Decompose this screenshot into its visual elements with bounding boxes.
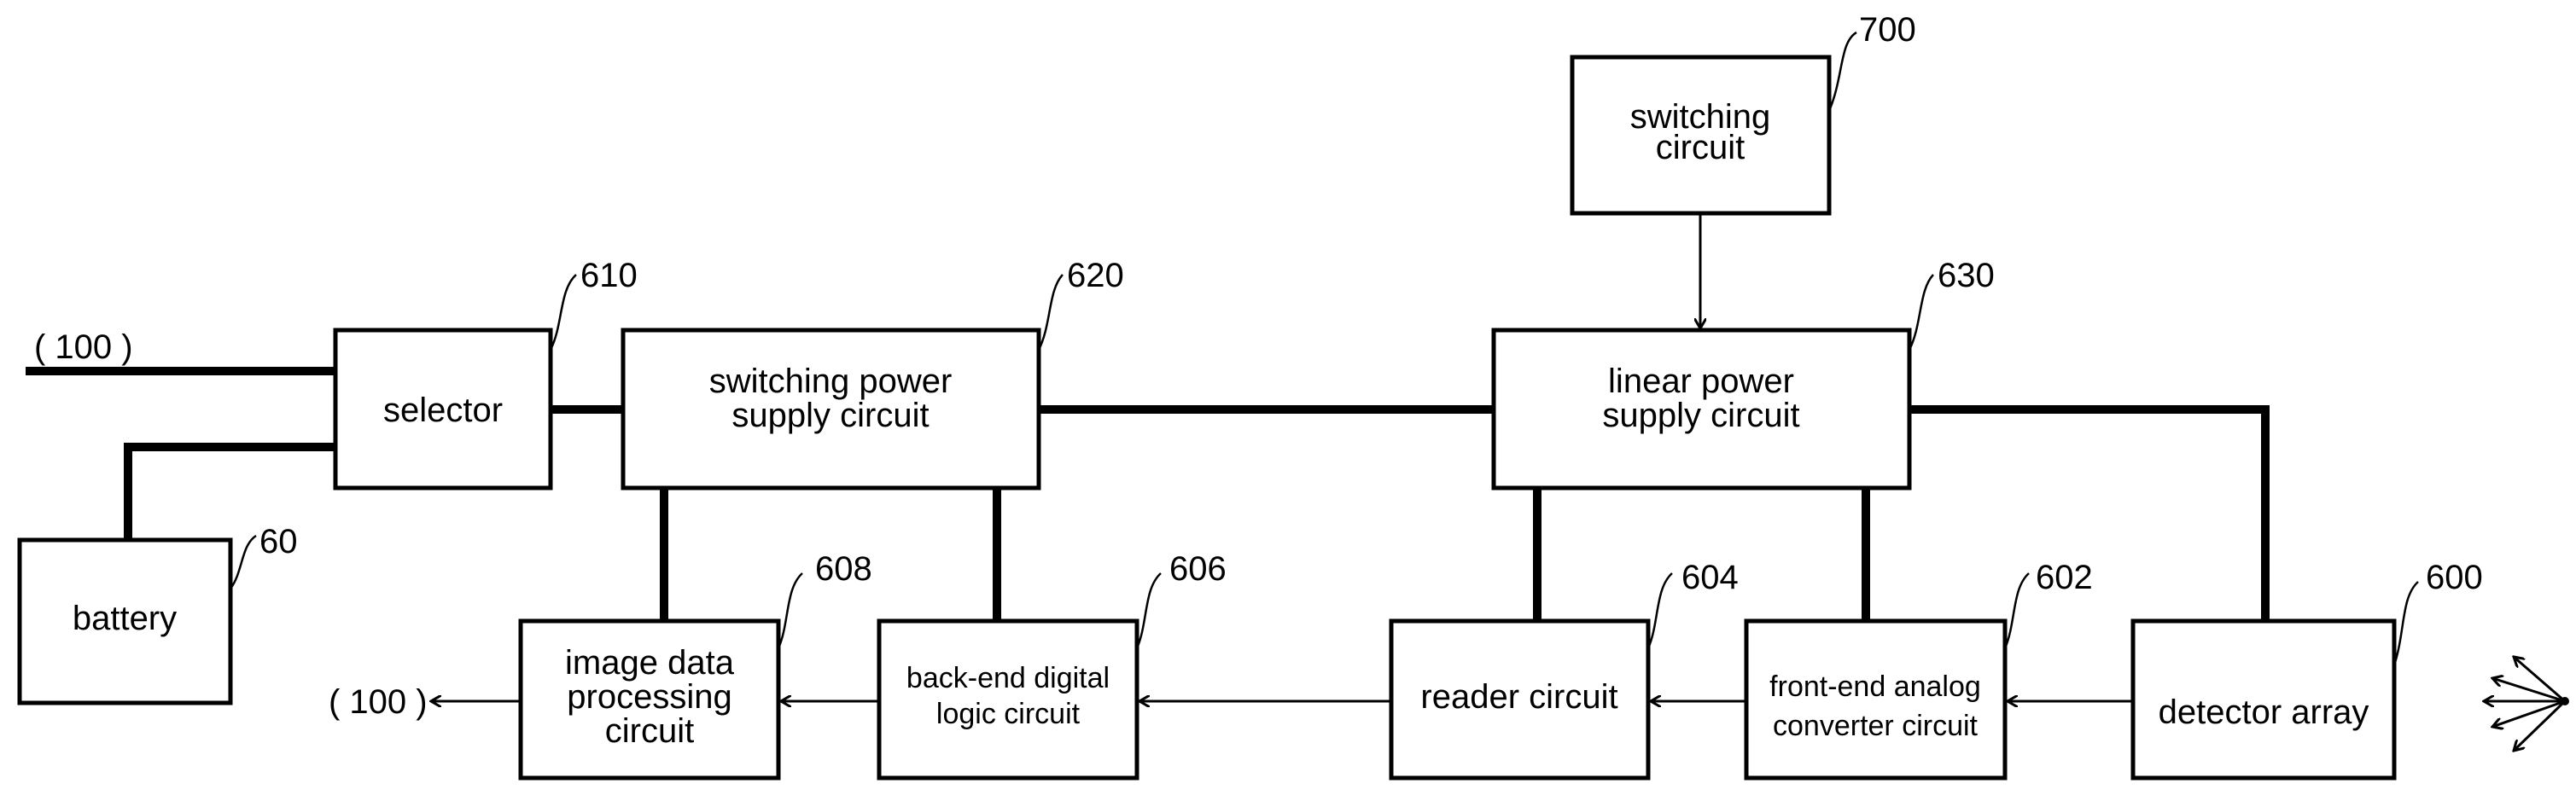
- block-label: linear power: [1608, 363, 1794, 400]
- leader-line: [549, 274, 577, 351]
- block-label: front-end analog: [1769, 670, 1981, 703]
- leader-line: [1827, 31, 1857, 112]
- external-input-label: ( 100 ): [34, 328, 133, 366]
- battery-bus: [124, 443, 335, 540]
- block-label: logic circuit: [936, 698, 1081, 730]
- block-label: image data: [565, 644, 735, 682]
- block-label: circuit: [605, 712, 694, 750]
- block-label: detector array: [2159, 694, 2369, 731]
- leader-line: [1037, 274, 1064, 351]
- reference-number: 606: [1169, 550, 1227, 588]
- reference-number: 602: [2036, 559, 2093, 596]
- image-data-processing-block[interactable]: image data processing circuit 608: [518, 550, 872, 781]
- block-label: switching power: [709, 363, 953, 400]
- battery-block[interactable]: battery 60: [17, 523, 298, 705]
- reference-number: 60: [259, 523, 298, 560]
- external-output-label: ( 100 ): [329, 683, 428, 721]
- reference-number: 620: [1067, 257, 1124, 294]
- block-label: reader circuit: [1420, 678, 1617, 716]
- reference-number: 600: [2426, 559, 2483, 596]
- switching-circuit-block[interactable]: switching circuit 700: [1570, 11, 1916, 216]
- radiation-icon: [2484, 657, 2569, 751]
- reference-number: 700: [1859, 11, 1916, 49]
- selector-block[interactable]: selector 610: [333, 257, 638, 490]
- leader-line: [777, 572, 803, 649]
- reader-circuit-block[interactable]: reader circuit 604: [1389, 559, 1739, 781]
- block-label: back-end digital: [906, 662, 1110, 694]
- block-diagram: ( 100 ) ( 100 ) switching circuit 700 se…: [17, 11, 2569, 781]
- block-label: battery: [73, 600, 177, 637]
- linear-power-supply-block[interactable]: linear power supply circuit 630: [1491, 257, 1995, 490]
- leader-line: [229, 534, 257, 589]
- block-label: processing: [567, 678, 731, 716]
- block-label: selector: [383, 392, 503, 429]
- leader-line: [1646, 572, 1673, 649]
- reference-number: 604: [1681, 559, 1739, 596]
- leader-line: [2003, 572, 2030, 649]
- block-label: supply circuit: [731, 397, 929, 434]
- switching-power-supply-block[interactable]: switching power supply circuit 620: [621, 257, 1124, 490]
- block-label: converter circuit: [1773, 710, 1979, 742]
- reference-number: 630: [1938, 257, 1995, 294]
- back-end-digital-logic-block[interactable]: back-end digital logic circuit 606: [877, 550, 1227, 781]
- detector-array-block[interactable]: detector array 600: [2130, 559, 2483, 781]
- leader-line: [2392, 581, 2419, 666]
- block-label: supply circuit: [1602, 397, 1799, 434]
- block-label: circuit: [1656, 129, 1745, 166]
- front-end-analog-converter-block[interactable]: front-end analog converter circuit 602: [1744, 559, 2093, 781]
- reference-number: 608: [815, 550, 872, 588]
- leader-line: [1908, 274, 1934, 351]
- leader-line: [1135, 572, 1162, 649]
- reference-number: 610: [580, 257, 638, 294]
